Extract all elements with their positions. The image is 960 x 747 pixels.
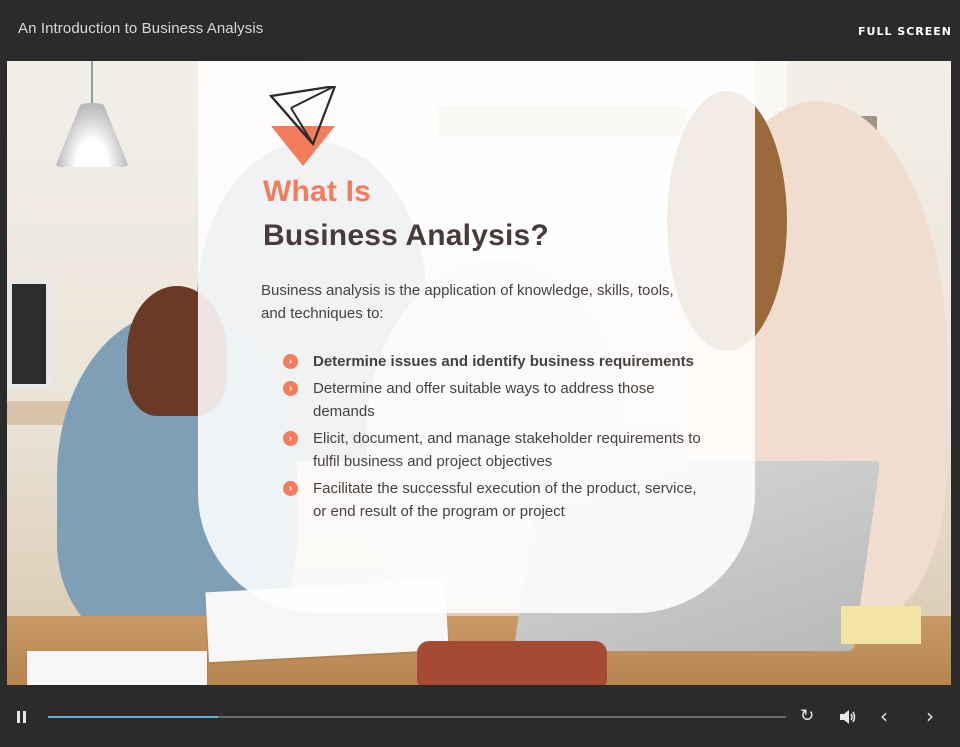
chevron-right-circle-icon: ›	[283, 354, 298, 369]
slide-heading: Business Analysis?	[263, 219, 549, 252]
chevron-right-circle-icon: ›	[283, 481, 298, 496]
chevron-right-icon: ›	[926, 704, 934, 728]
bullet-text: Facilitate the successful execution of t…	[313, 480, 697, 520]
slide-intro-text: Business analysis is the application of …	[261, 282, 674, 322]
sticky-notes	[841, 606, 921, 644]
progress-fill	[48, 716, 218, 718]
slide-heading-accent: What Is	[263, 175, 372, 208]
pause-icon	[23, 711, 26, 723]
lamp-cord	[91, 61, 93, 106]
replay-icon: ↻	[800, 706, 815, 726]
lamp-icon	[55, 103, 129, 167]
chevron-right-circle-icon: ›	[283, 431, 298, 446]
fullscreen-button[interactable]: FULL SCREEN	[858, 25, 952, 38]
slide-stage: What Is Business Analysis? Business anal…	[7, 61, 951, 685]
bullet-text: Determine and offer suitable ways to add…	[313, 380, 655, 420]
pause-icon	[17, 711, 20, 723]
pause-button[interactable]	[13, 708, 31, 726]
list-item: › Elicit, document, and manage stakehold…	[283, 427, 703, 473]
player-controls: ↻ ‹ ›	[0, 686, 960, 747]
next-slide-button[interactable]: ›	[926, 704, 934, 728]
list-item: › Facilitate the successful execution of…	[283, 477, 703, 523]
paper-sheet	[27, 651, 207, 685]
bullet-text: Determine issues and identify business r…	[313, 353, 694, 370]
leather-folder	[417, 641, 607, 685]
list-item: › Determine issues and identify business…	[283, 350, 703, 373]
chevron-right-circle-icon: ›	[283, 381, 298, 396]
volume-icon	[840, 710, 856, 724]
monitor-icon	[7, 279, 51, 389]
bullet-text: Elicit, document, and manage stakeholder…	[313, 430, 701, 470]
course-title: An Introduction to Business Analysis	[18, 19, 264, 37]
list-item: › Determine and offer suitable ways to a…	[283, 377, 703, 423]
previous-slide-button[interactable]: ‹	[880, 704, 888, 728]
bullet-list: › Determine issues and identify business…	[283, 350, 703, 527]
progress-bar[interactable]	[48, 716, 786, 718]
top-bar: An Introduction to Business Analysis FUL…	[0, 0, 960, 60]
volume-button[interactable]	[838, 708, 858, 726]
course-player: An Introduction to Business Analysis FUL…	[0, 0, 960, 747]
prism-logo-icon	[269, 86, 337, 166]
chevron-left-icon: ‹	[880, 704, 888, 728]
replay-button[interactable]: ↻	[800, 706, 814, 726]
